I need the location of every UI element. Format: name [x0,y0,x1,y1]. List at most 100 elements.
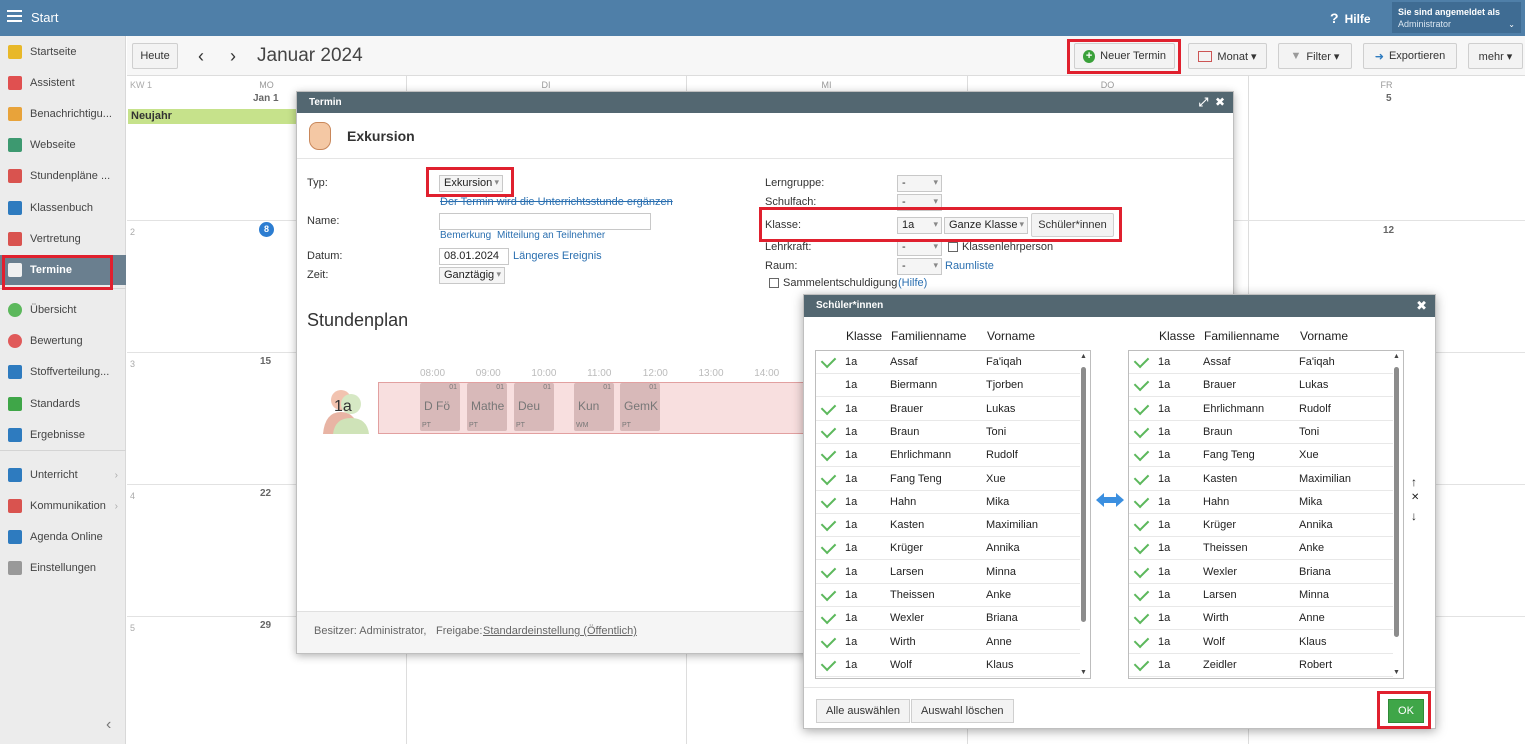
day-number[interactable]: Jan 1 [253,93,279,104]
student-row[interactable]: 1a Wolf Klaus [816,654,1080,677]
day-number[interactable]: 29 [260,620,271,631]
longer-event-link[interactable]: Längeres Ereignis [513,250,602,262]
next-month-button[interactable]: › [230,46,236,67]
sidebar-item-6[interactable]: Klassenbuch [0,193,126,223]
menu-icon[interactable] [7,10,22,23]
sidebar-item-16[interactable]: Agenda Online [0,522,126,552]
sidebar-item-10[interactable]: Bewertung [0,326,126,356]
export-button[interactable]: ➜ Exportieren [1363,43,1457,69]
swap-arrows-icon[interactable] [1096,492,1124,508]
today-button[interactable]: Heute [132,43,178,69]
scroll-up-icon[interactable]: ▲ [1080,353,1087,360]
student-row[interactable]: 1a Larsen Minna [1129,584,1393,607]
holiday-event[interactable]: Neujahr [128,109,298,124]
sidebar-item-4[interactable]: Webseite [0,130,126,160]
sidebar-item-12[interactable]: Standards [0,389,126,419]
time-select[interactable]: Ganztägig [439,267,505,284]
share-link[interactable]: Standardeinstellung (Öffentlich) [483,625,637,637]
sammel-help-link[interactable]: (Hilfe) [898,277,927,289]
more-button[interactable]: mehr ▾ [1468,43,1523,69]
date-input[interactable]: 08.01.2024 [439,248,509,265]
student-row[interactable]: 1a Braun Toni [1129,421,1393,444]
lerngruppe-select[interactable]: - [897,175,942,192]
scroll-up-icon[interactable]: ▲ [1393,353,1400,360]
today-marker[interactable]: 8 [259,222,274,237]
sidebar-item-5[interactable]: Stundenpläne ... [0,161,126,191]
filter-button[interactable]: ▼ Filter ▾ [1278,43,1352,69]
name-input[interactable] [439,213,651,230]
student-row[interactable]: 1a Brauer Lukas [1129,374,1393,398]
prev-month-button[interactable]: ‹ [198,46,204,67]
scroll-down-icon[interactable]: ▼ [1080,669,1087,676]
student-row[interactable]: 1a Braun Toni [816,421,1080,444]
student-row[interactable]: 1a Wirth Anne [816,631,1080,654]
raum-select[interactable]: - [897,258,942,275]
student-row[interactable]: 1a Hahn Mika [816,491,1080,514]
student-row[interactable]: 1a Fang Teng Xue [1129,444,1393,468]
scroll-down-icon[interactable]: ▼ [1393,669,1400,676]
lesson-block[interactable]: 01 Kun WM [574,383,614,431]
checkbox-box[interactable] [948,242,958,253]
student-row[interactable]: 1a Larsen Minna [816,561,1080,584]
student-row[interactable]: 1a Theissen Anke [816,584,1080,607]
lesson-block[interactable]: 01 D Fö PT [420,383,460,431]
month-view-button[interactable]: Monat ▾ [1188,43,1267,69]
student-row[interactable]: 1a Fang Teng Xue [816,468,1080,491]
student-row[interactable]: 1a Theissen Anke [1129,537,1393,561]
sidebar-item-2[interactable]: Assistent [0,68,126,98]
student-row[interactable]: 1a Biermann Tjorben [816,374,1080,398]
student-row[interactable]: 1a Krüger Annika [1129,514,1393,538]
maximize-icon[interactable]: ⤢ [1199,95,1209,109]
move-up-icon[interactable]: ↑ [1411,475,1417,489]
collapse-sidebar-icon[interactable]: ‹ [106,716,111,734]
student-row[interactable]: 1a Ehrlichmann Rudolf [1129,398,1393,421]
clear-selection-button[interactable]: Auswahl löschen [911,699,1014,723]
sidebar-item-17[interactable]: Einstellungen [0,553,126,583]
student-row[interactable]: 1a Brauer Lukas [816,398,1080,421]
move-down-icon[interactable]: ↓ [1411,509,1417,523]
lesson-block[interactable]: 01 Mathe PT [467,383,507,431]
student-row[interactable]: 1a Kasten Maximilian [1129,468,1393,491]
day-number[interactable]: 5 [1386,93,1392,104]
student-row[interactable]: 1a Krüger Annika [816,537,1080,561]
sidebar-item-14[interactable]: Unterricht › [0,460,126,490]
student-row[interactable]: 1a Assaf Fa'iqah [816,351,1080,374]
student-row[interactable]: 1a Kasten Maximilian [816,514,1080,538]
klassenlehr-checkbox[interactable]: Klassenlehrperson [948,241,1053,253]
day-number[interactable]: 15 [260,356,271,367]
student-row[interactable]: 1a Wexler Briana [816,607,1080,631]
sammel-checkbox[interactable]: Sammelentschuldigung [769,277,897,289]
close-icon[interactable]: ✖ [1215,95,1225,109]
day-number[interactable]: 12 [1383,225,1394,236]
lesson-block[interactable]: 01 GemK PT [620,383,660,431]
user-menu[interactable]: Sie sind angemeldet als Administrator ⌄ [1392,2,1521,33]
select-all-button[interactable]: Alle auswählen [816,699,910,723]
student-row[interactable]: 1a Assaf Fa'iqah [1129,351,1393,374]
student-row[interactable]: 1a Wolf Klaus [1129,631,1393,654]
student-row[interactable]: 1a Wirth Anne [1129,607,1393,631]
remove-icon[interactable]: ✕ [1411,492,1419,503]
sidebar-item-11[interactable]: Stoffverteilung... [0,357,126,387]
student-row[interactable]: 1a Hahn Mika [1129,491,1393,514]
close-icon[interactable]: ✖ [1416,298,1427,314]
sidebar-item-9[interactable]: Übersicht [0,295,126,325]
notify-link[interactable]: Mitteilung an Teilnehmer [497,230,605,241]
raumliste-link[interactable]: Raumliste [945,260,994,272]
sidebar-item-7[interactable]: Vertretung [0,224,126,254]
available-students-list[interactable]: 1a Wolf Klaus 1a Wirth Anne 1a Wexler Briana 1a Th… [815,350,1091,679]
selected-students-list[interactable]: 1a Zeidler Robert 1a Wolf Klaus 1a Wirth Anne 1a L… [1128,350,1404,679]
sidebar-item-15[interactable]: Kommunikation › [0,491,126,521]
student-row[interactable]: 1a Ehrlichmann Rudolf [816,444,1080,468]
app-title[interactable]: Start [31,10,58,25]
checkbox-box[interactable] [769,278,779,289]
student-row[interactable]: 1a Zeidler Robert [1129,654,1393,677]
sidebar-item-3[interactable]: Benachrichtigu... [0,99,126,129]
lesson-block[interactable]: 01 Deu PT [514,383,554,431]
scrollbar[interactable]: ▲ ▼ [1392,353,1401,676]
day-number[interactable]: 22 [260,488,271,499]
help-link[interactable]: ? Hilfe [1330,10,1371,26]
scrollbar[interactable]: ▲ ▼ [1079,353,1088,676]
sidebar-item-1[interactable]: Startseite [0,37,126,67]
student-row[interactable]: 1a Wexler Briana [1129,561,1393,584]
remark-link[interactable]: Bemerkung [440,230,491,241]
